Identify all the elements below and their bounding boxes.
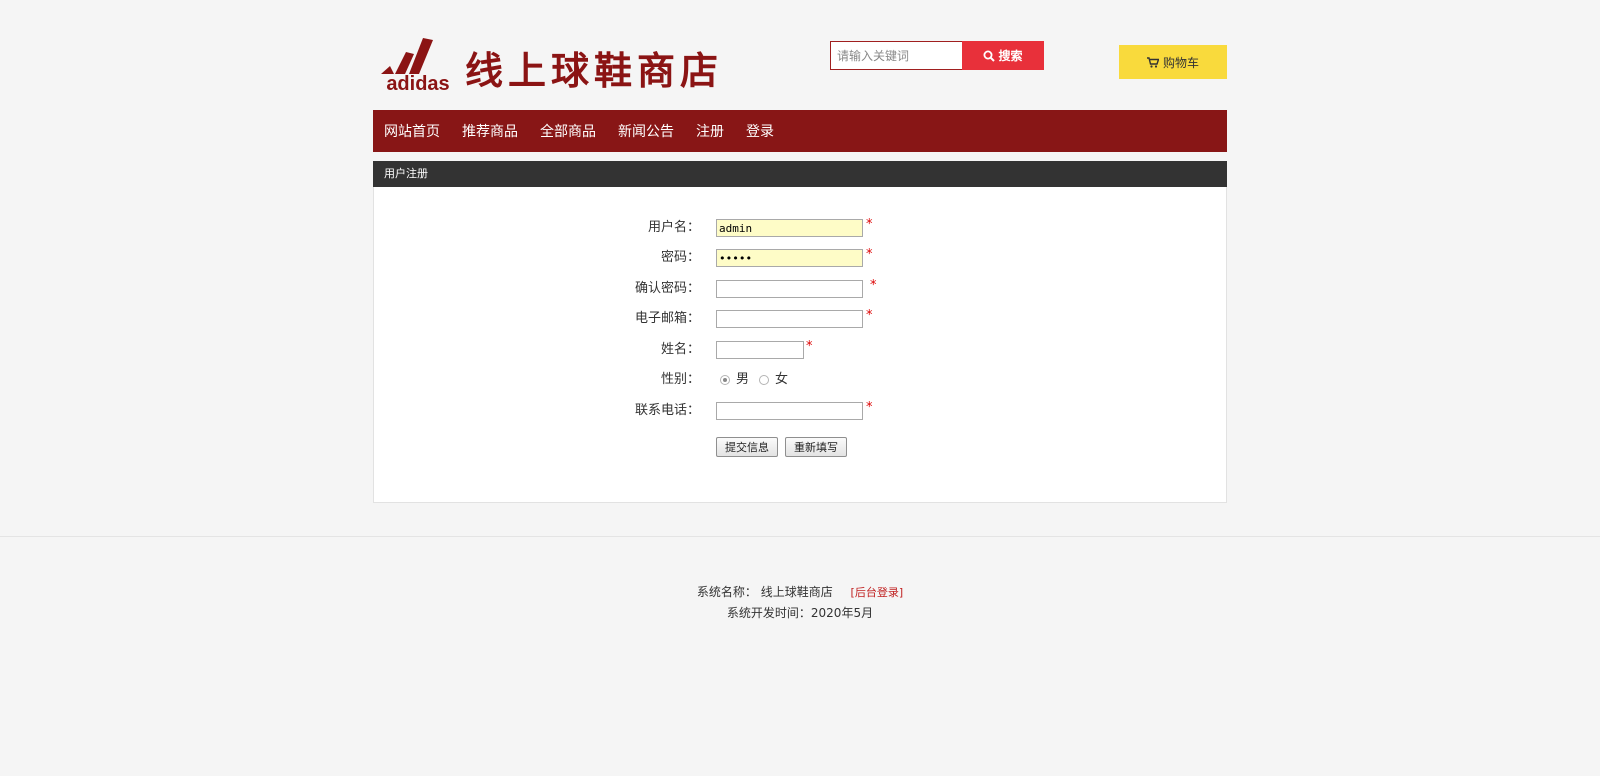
main-nav: 网站首页 推荐商品 全部商品 新闻公告 注册 登录 [373, 110, 1227, 152]
required-mark: * [866, 247, 873, 262]
panel-title: 用户注册 [373, 161, 1227, 187]
gender-male-label[interactable]: 男 [736, 370, 749, 390]
name-label: 姓名： [660, 342, 700, 357]
form-row-password: 密码： * [374, 247, 1226, 268]
gender-female-label[interactable]: 女 [775, 370, 788, 390]
search-input[interactable] [830, 41, 962, 70]
form-row-gender: 性别： 男 女 [374, 370, 1226, 390]
footer-divider [0, 536, 1600, 537]
form-row-actions: 提交信息 重新填写 [374, 437, 1226, 457]
dev-time-label: 系统开发时间： [726, 606, 811, 620]
nav-item-home[interactable]: 网站首页 [384, 121, 440, 141]
search-box: 搜索 [830, 41, 1044, 70]
cart-label: 购物车 [1162, 55, 1199, 70]
required-mark: * [870, 278, 877, 293]
reset-button[interactable]: 重新填写 [785, 437, 847, 457]
confirm-password-input[interactable] [716, 280, 863, 298]
email-input[interactable] [716, 310, 863, 328]
phone-label: 联系电话： [634, 403, 700, 418]
username-label: 用户名： [647, 220, 700, 235]
required-mark: * [866, 217, 873, 232]
adidas-logo[interactable]: adidas [373, 30, 463, 96]
form-row-username: 用户名： * [374, 217, 1226, 238]
confirm-password-label: 确认密码： [634, 281, 700, 296]
nav-item-login[interactable]: 登录 [746, 121, 774, 141]
nav-item-all-products[interactable]: 全部商品 [540, 121, 596, 141]
submit-button[interactable]: 提交信息 [716, 437, 778, 457]
form-row-phone: 联系电话： * [374, 400, 1226, 421]
site-footer: 系统名称： 线上球鞋商店 [后台登录] 系统开发时间：2020年5月 [0, 582, 1600, 623]
password-label: 密码： [660, 250, 700, 265]
footer-line-2: 系统开发时间：2020年5月 [0, 603, 1600, 623]
name-input[interactable] [716, 341, 804, 359]
phone-input[interactable] [716, 402, 863, 420]
cart-button[interactable]: 购物车 [1119, 45, 1227, 79]
register-form: 用户名： * 密码： * 确认密码： * 电子邮箱： * 姓名： * 性别： 男… [373, 187, 1227, 503]
form-row-name: 姓名： * [374, 339, 1226, 360]
gender-female-radio[interactable] [759, 375, 770, 385]
cart-icon [1146, 56, 1159, 68]
nav-item-register[interactable]: 注册 [696, 121, 724, 141]
site-header: adidas 线上球鞋商店 搜索 购物车 [373, 30, 1227, 100]
dev-time: 2020年5月 [810, 606, 874, 620]
gender-label: 性别： [660, 372, 700, 387]
gender-radio-group: 男 女 [720, 370, 794, 390]
search-button-label: 搜索 [998, 49, 1023, 63]
system-name: 线上球鞋商店 [760, 585, 833, 599]
admin-login-link[interactable]: [后台登录] [851, 586, 904, 599]
shop-title: 线上球鞋商店 [465, 48, 724, 93]
system-name-label: 系统名称： [696, 585, 757, 599]
footer-line-1: 系统名称： 线上球鞋商店 [后台登录] [0, 582, 1600, 603]
form-row-confirm-password: 确认密码： * [374, 278, 1226, 299]
search-button[interactable]: 搜索 [962, 41, 1044, 70]
logo-text: adidas [386, 73, 449, 95]
form-row-email: 电子邮箱： * [374, 308, 1226, 329]
email-label: 电子邮箱： [634, 311, 700, 326]
nav-item-recommended[interactable]: 推荐商品 [462, 121, 518, 141]
required-mark: * [866, 308, 873, 323]
nav-item-news[interactable]: 新闻公告 [618, 121, 674, 141]
required-mark: * [866, 400, 873, 415]
gender-male-radio[interactable] [720, 375, 730, 385]
username-input[interactable] [716, 219, 863, 237]
password-input[interactable] [716, 249, 863, 267]
search-icon [983, 50, 996, 62]
required-mark: * [806, 339, 813, 354]
